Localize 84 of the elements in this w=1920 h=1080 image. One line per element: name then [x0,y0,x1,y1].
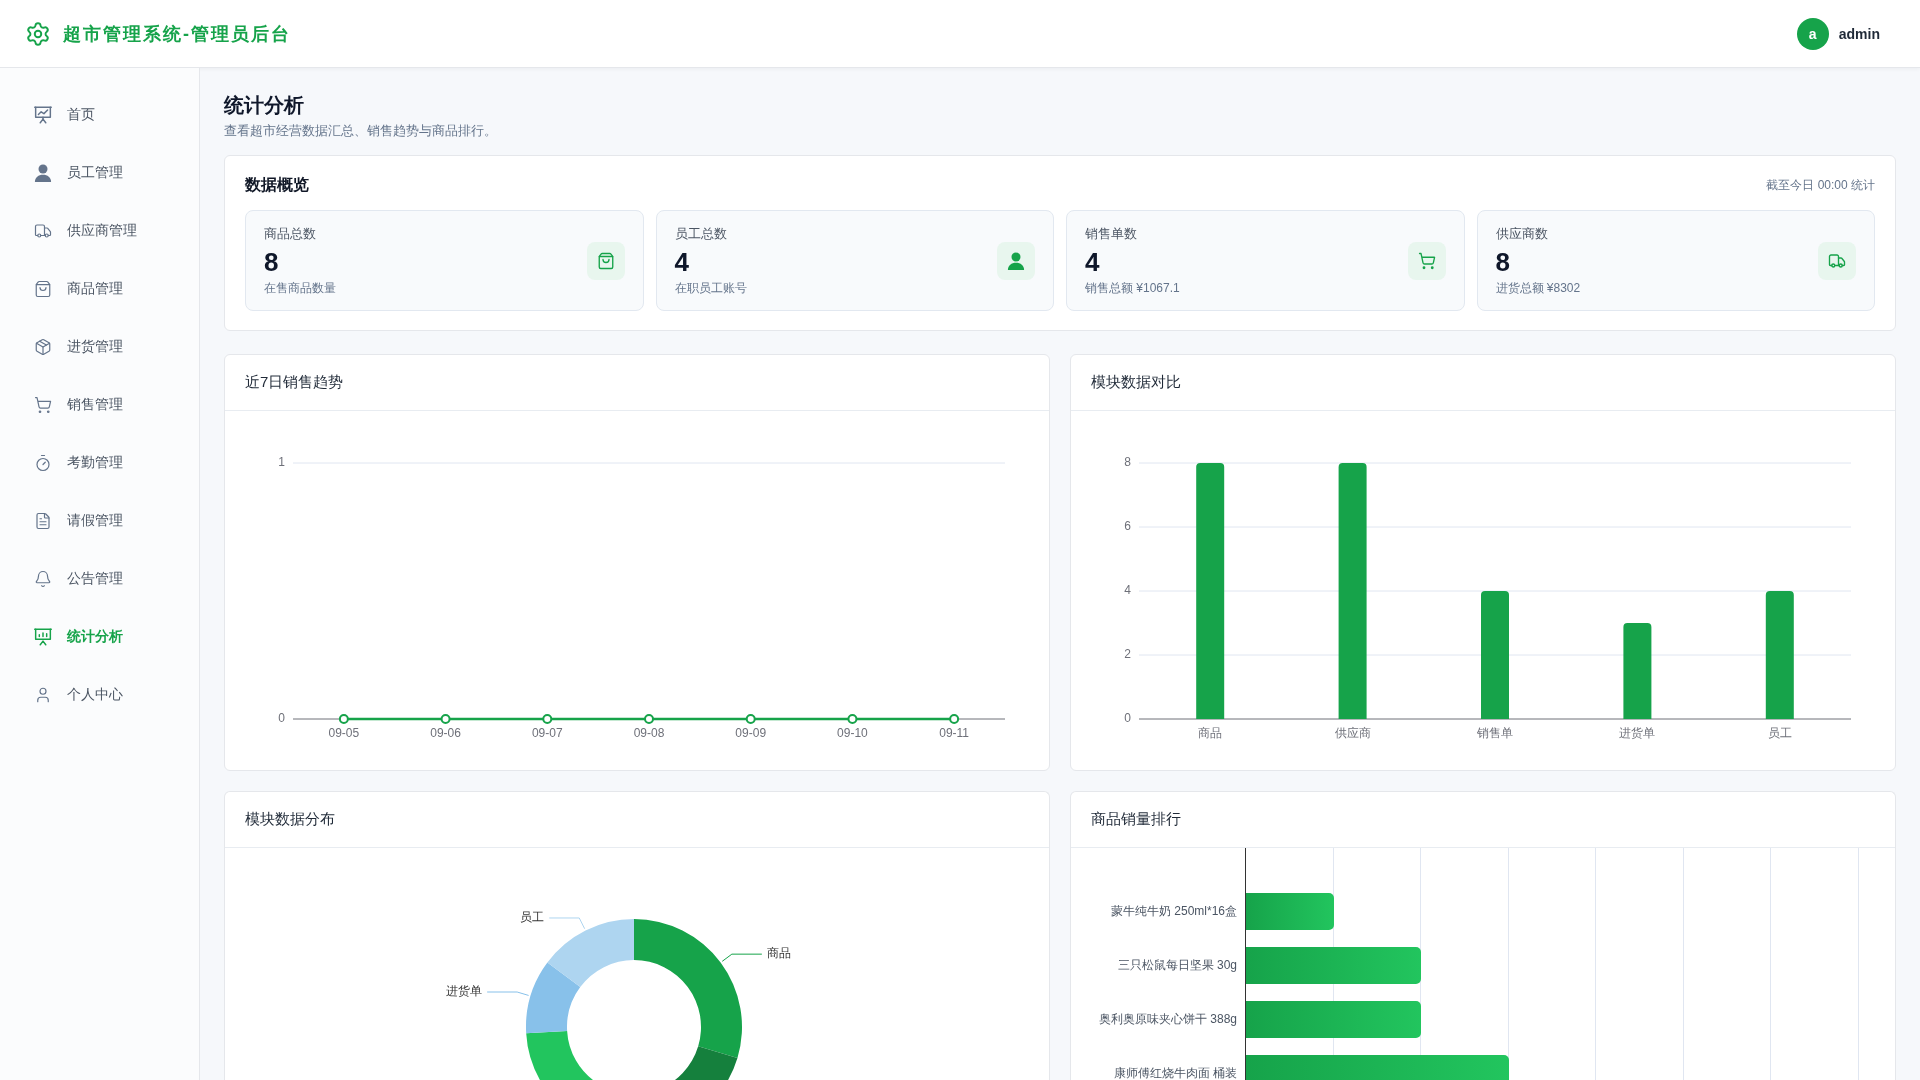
product-name: 三只松鼠每日坚果 30g [1116,956,1237,974]
x-tick-label: 09-09 [735,726,767,740]
leader-line [721,953,763,962]
sidebar-item[interactable]: 考勤管理 [0,434,199,492]
product-name: 蒙牛纯牛奶 250ml*16盒 [1109,902,1237,920]
stat-value: 8 [264,246,280,278]
app-title: 超市管理系统-管理员后台 [63,22,291,46]
y-tick-label: 8 [1124,455,1131,470]
slice-label: 商品 [766,946,791,961]
truck-icon [34,222,52,240]
product-name: 奥利奥原味夹心饼干 388g [1097,1010,1237,1028]
data-point [847,714,858,724]
x-tick-label: 09-06 [430,726,461,740]
chart-title: 近7日销售趋势 [245,373,344,392]
stat-value: 8 [1495,246,1511,278]
y-tick-label: 0 [1124,711,1131,726]
y-tick-label: 6 [1124,519,1131,534]
shopping-bag-icon [34,280,52,298]
stat-label: 商品总数 [264,225,317,243]
bar-chart-board-icon [34,628,52,646]
user-icon [34,164,52,182]
x-tick-label: 进货单 [1619,726,1656,740]
data-point [542,714,553,724]
sidebar-item[interactable]: 销售管理 [0,376,199,434]
sidebar-item[interactable]: 商品管理 [0,260,199,318]
user-icon [997,241,1035,280]
leader-line [486,991,530,996]
data-point [338,714,349,724]
document-icon [34,512,52,530]
x-tick-label: 09-10 [837,726,868,740]
cart-icon [34,396,52,414]
stat-caption: 进货总额 ¥8302 [1495,280,1581,296]
y-tick-label: 1 [278,455,285,470]
sidebar-item[interactable]: 个人中心 [0,666,199,724]
user-icon [34,686,52,704]
page-subtitle: 查看超市经营数据汇总、销售趋势与商品排行。 [224,122,498,140]
section-title: 数据概览 [245,174,309,195]
x-tick-label: 09-11 [939,726,970,740]
presentation-chart-icon [34,106,52,124]
sidebar-item[interactable]: 进货管理 [0,318,199,376]
sidebar-item[interactable]: 供应商管理 [0,202,199,260]
sidebar-item[interactable]: 请假管理 [0,492,199,550]
stats-note: 截至今日 00:00 统计 [1766,176,1875,194]
x-tick-label: 09-07 [531,726,563,740]
chart-title: 模块数据分布 [245,810,335,829]
stopwatch-icon [34,454,52,472]
sidebar-item[interactable]: 首页 [0,86,199,144]
stat-caption: 在职员工账号 [674,280,747,296]
x-tick-label: 商品 [1198,726,1223,740]
shopping-bag-icon [586,241,625,280]
x-tick-label: 销售单 [1477,726,1513,740]
stat-value: 4 [1085,246,1101,278]
leader-line [548,917,586,930]
x-tick-label: 员工 [1767,726,1792,740]
slice-label: 员工 [520,910,545,925]
stat-caption: 销售总额 ¥1067.1 [1085,280,1180,296]
x-tick-label: 供应商 [1334,726,1371,740]
y-tick-label: 4 [1124,583,1131,598]
user-name: admin [1838,25,1880,42]
chart-title: 商品销量排行 [1091,810,1181,829]
x-tick-label: 09-05 [328,726,360,740]
data-point [949,714,960,724]
stat-caption: 在售商品数量 [264,280,336,296]
y-tick-label: 2 [1124,647,1131,662]
y-tick-label: 0 [278,711,285,726]
slice-label: 进货单 [446,984,483,999]
cart-icon [1407,241,1446,280]
data-point [745,714,756,724]
x-tick-label: 09-08 [633,726,665,740]
stat-label: 员工总数 [674,225,728,243]
stat-label: 供应商数 [1495,225,1549,243]
stat-value: 4 [674,246,690,278]
package-icon [34,338,52,356]
page-title: 统计分析 [224,93,305,118]
gear-icon [25,20,51,47]
stat-label: 销售单数 [1085,225,1138,243]
data-point [644,714,654,724]
sidebar-item[interactable]: 公告管理 [0,550,199,608]
sidebar-item[interactable]: 员工管理 [0,144,199,202]
chart-title: 模块数据对比 [1091,373,1181,392]
truck-icon [1818,241,1856,280]
data-point [440,714,451,724]
bell-icon [34,570,52,588]
product-name: 康师傅红烧牛肉面 桶装 [1112,1064,1237,1080]
